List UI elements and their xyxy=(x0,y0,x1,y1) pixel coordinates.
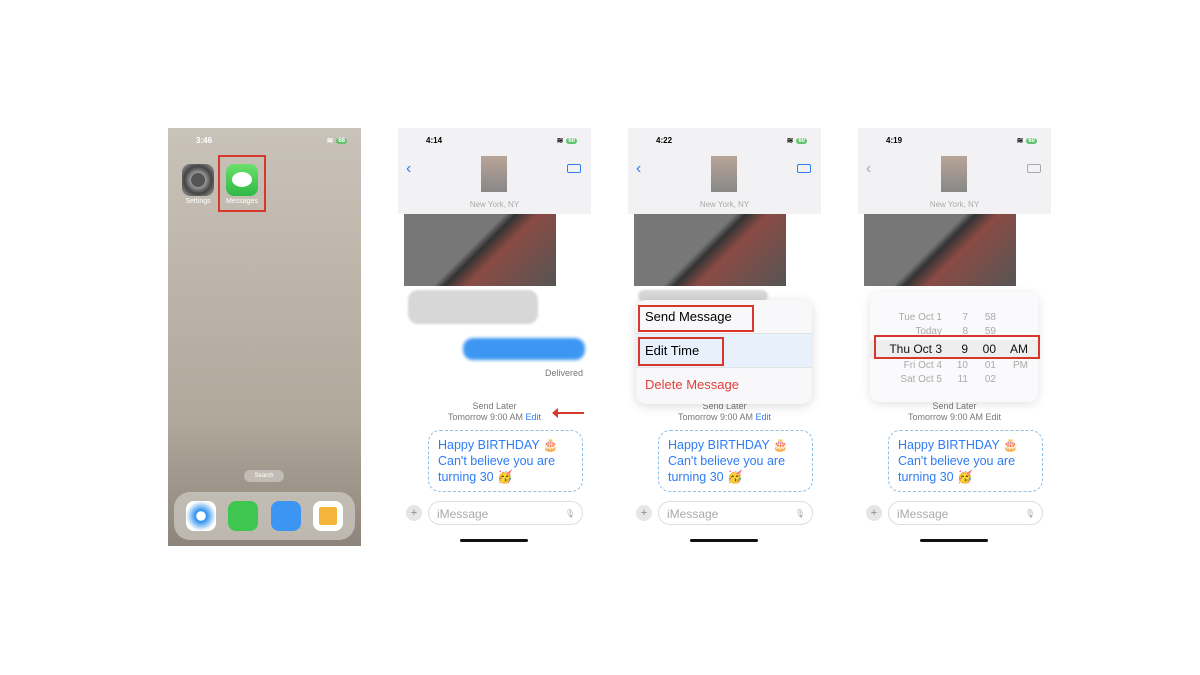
battery-icon: 60 xyxy=(1026,137,1037,144)
mail-icon[interactable] xyxy=(270,501,301,531)
scheduled-time: Tomorrow 9:00 AM xyxy=(677,412,753,422)
edit-link[interactable]: Edit xyxy=(526,412,542,422)
conversation-screen: 4:14 ≋ 60 ‹ New York, NY Delivered Send La… xyxy=(398,128,591,546)
messages-highlight xyxy=(218,155,266,212)
battery-icon: 68 xyxy=(336,137,347,144)
home-indicator xyxy=(460,539,528,542)
contact-location: New York, NY xyxy=(469,200,520,209)
photo-message[interactable] xyxy=(404,214,556,286)
video-call-icon[interactable] xyxy=(797,164,811,173)
send-later-label: Send Later xyxy=(932,401,977,411)
home-indicator xyxy=(690,539,758,542)
settings-app-icon[interactable] xyxy=(182,164,214,196)
battery-icon: 60 xyxy=(796,137,807,144)
status-time: 4:22 xyxy=(656,136,673,145)
edit-time-highlight xyxy=(638,337,724,366)
contact-location: New York, NY xyxy=(699,200,750,209)
edit-link[interactable]: Edit xyxy=(756,412,772,422)
wifi-icon: ≋ xyxy=(326,136,334,145)
time-picker-screen: 4:19 ≋ 60 ‹ New York, NY Send Later Tomorro… xyxy=(858,128,1051,546)
avatar[interactable] xyxy=(941,156,967,192)
send-later-label: Send Later xyxy=(472,401,517,411)
message-input[interactable]: iMessage xyxy=(888,501,1043,525)
picker-row[interactable]: Fri Oct 4 10 01 PM xyxy=(870,360,1038,374)
picker-row[interactable]: Tue Oct 1 7 58 xyxy=(870,312,1038,326)
status-time: 4:19 xyxy=(886,136,903,145)
plus-icon[interactable]: + xyxy=(866,505,882,521)
scheduled-time: Tomorrow 9:00 AM xyxy=(447,412,523,422)
send-later-info: Send Later Tomorrow 9:00 AM Edit xyxy=(858,401,1051,423)
avatar[interactable] xyxy=(481,156,507,192)
search-button[interactable]: Search xyxy=(244,470,284,482)
status-time: 4:14 xyxy=(426,136,443,145)
home-icon[interactable] xyxy=(312,501,343,531)
battery-icon: 60 xyxy=(566,137,577,144)
microphone-icon[interactable]: 🎙 xyxy=(1025,509,1035,518)
back-chevron-icon[interactable]: ‹ xyxy=(636,160,641,178)
photo-message[interactable] xyxy=(634,214,786,286)
phone-icon[interactable] xyxy=(228,501,259,531)
edit-link[interactable]: Edit xyxy=(986,412,1002,422)
dock xyxy=(174,492,355,540)
safari-icon[interactable] xyxy=(186,501,217,531)
home-screen: 3:46 ≋ 68 Settings Messages Search xyxy=(168,128,361,546)
microphone-icon[interactable]: 🎙 xyxy=(565,509,575,518)
conversation-menu-screen: 4:22 ≋ 60 ‹ New York, NY Send Later Tomorro… xyxy=(628,128,821,546)
send-later-info: Send Later Tomorrow 9:00 AM Edit xyxy=(628,401,821,423)
plus-icon[interactable]: + xyxy=(636,505,652,521)
scheduled-message-bubble[interactable]: Happy BIRTHDAY 🎂 Can't believe you are tur… xyxy=(888,430,1043,492)
message-input[interactable]: iMessage xyxy=(428,501,583,525)
video-call-icon[interactable] xyxy=(1027,164,1041,173)
picker-row[interactable]: Sat Oct 5 11 02 xyxy=(870,374,1038,388)
status-time: 3:46 xyxy=(196,136,213,145)
wifi-icon: ≋ xyxy=(1016,136,1024,145)
scheduled-time: Tomorrow 9:00 AM xyxy=(907,412,983,422)
scheduled-message-bubble[interactable]: Happy BIRTHDAY 🎂 Can't believe you are tur… xyxy=(658,430,813,492)
back-chevron-icon[interactable]: ‹ xyxy=(406,160,411,178)
microphone-icon[interactable]: 🎙 xyxy=(795,509,805,518)
contact-location: New York, NY xyxy=(929,200,980,209)
delete-message-menu-item[interactable]: Delete Message xyxy=(636,368,812,402)
settings-label: Settings xyxy=(185,198,211,205)
arrow-annotation xyxy=(552,408,584,418)
avatar[interactable] xyxy=(711,156,737,192)
selected-time-highlight xyxy=(874,335,1040,359)
home-indicator xyxy=(920,539,988,542)
wifi-icon: ≋ xyxy=(556,136,564,145)
message-input[interactable]: iMessage xyxy=(658,501,813,525)
photo-message[interactable] xyxy=(864,214,1016,286)
wifi-icon: ≋ xyxy=(786,136,794,145)
back-chevron-icon[interactable]: ‹ xyxy=(866,160,871,178)
plus-icon[interactable]: + xyxy=(406,505,422,521)
sent-message xyxy=(463,338,585,360)
delivered-status: Delivered xyxy=(544,368,583,378)
received-message xyxy=(408,290,538,324)
video-call-icon[interactable] xyxy=(567,164,581,173)
scheduled-message-bubble[interactable]: Happy BIRTHDAY 🎂 Can't believe you are tur… xyxy=(428,430,583,492)
send-message-highlight xyxy=(638,305,754,332)
